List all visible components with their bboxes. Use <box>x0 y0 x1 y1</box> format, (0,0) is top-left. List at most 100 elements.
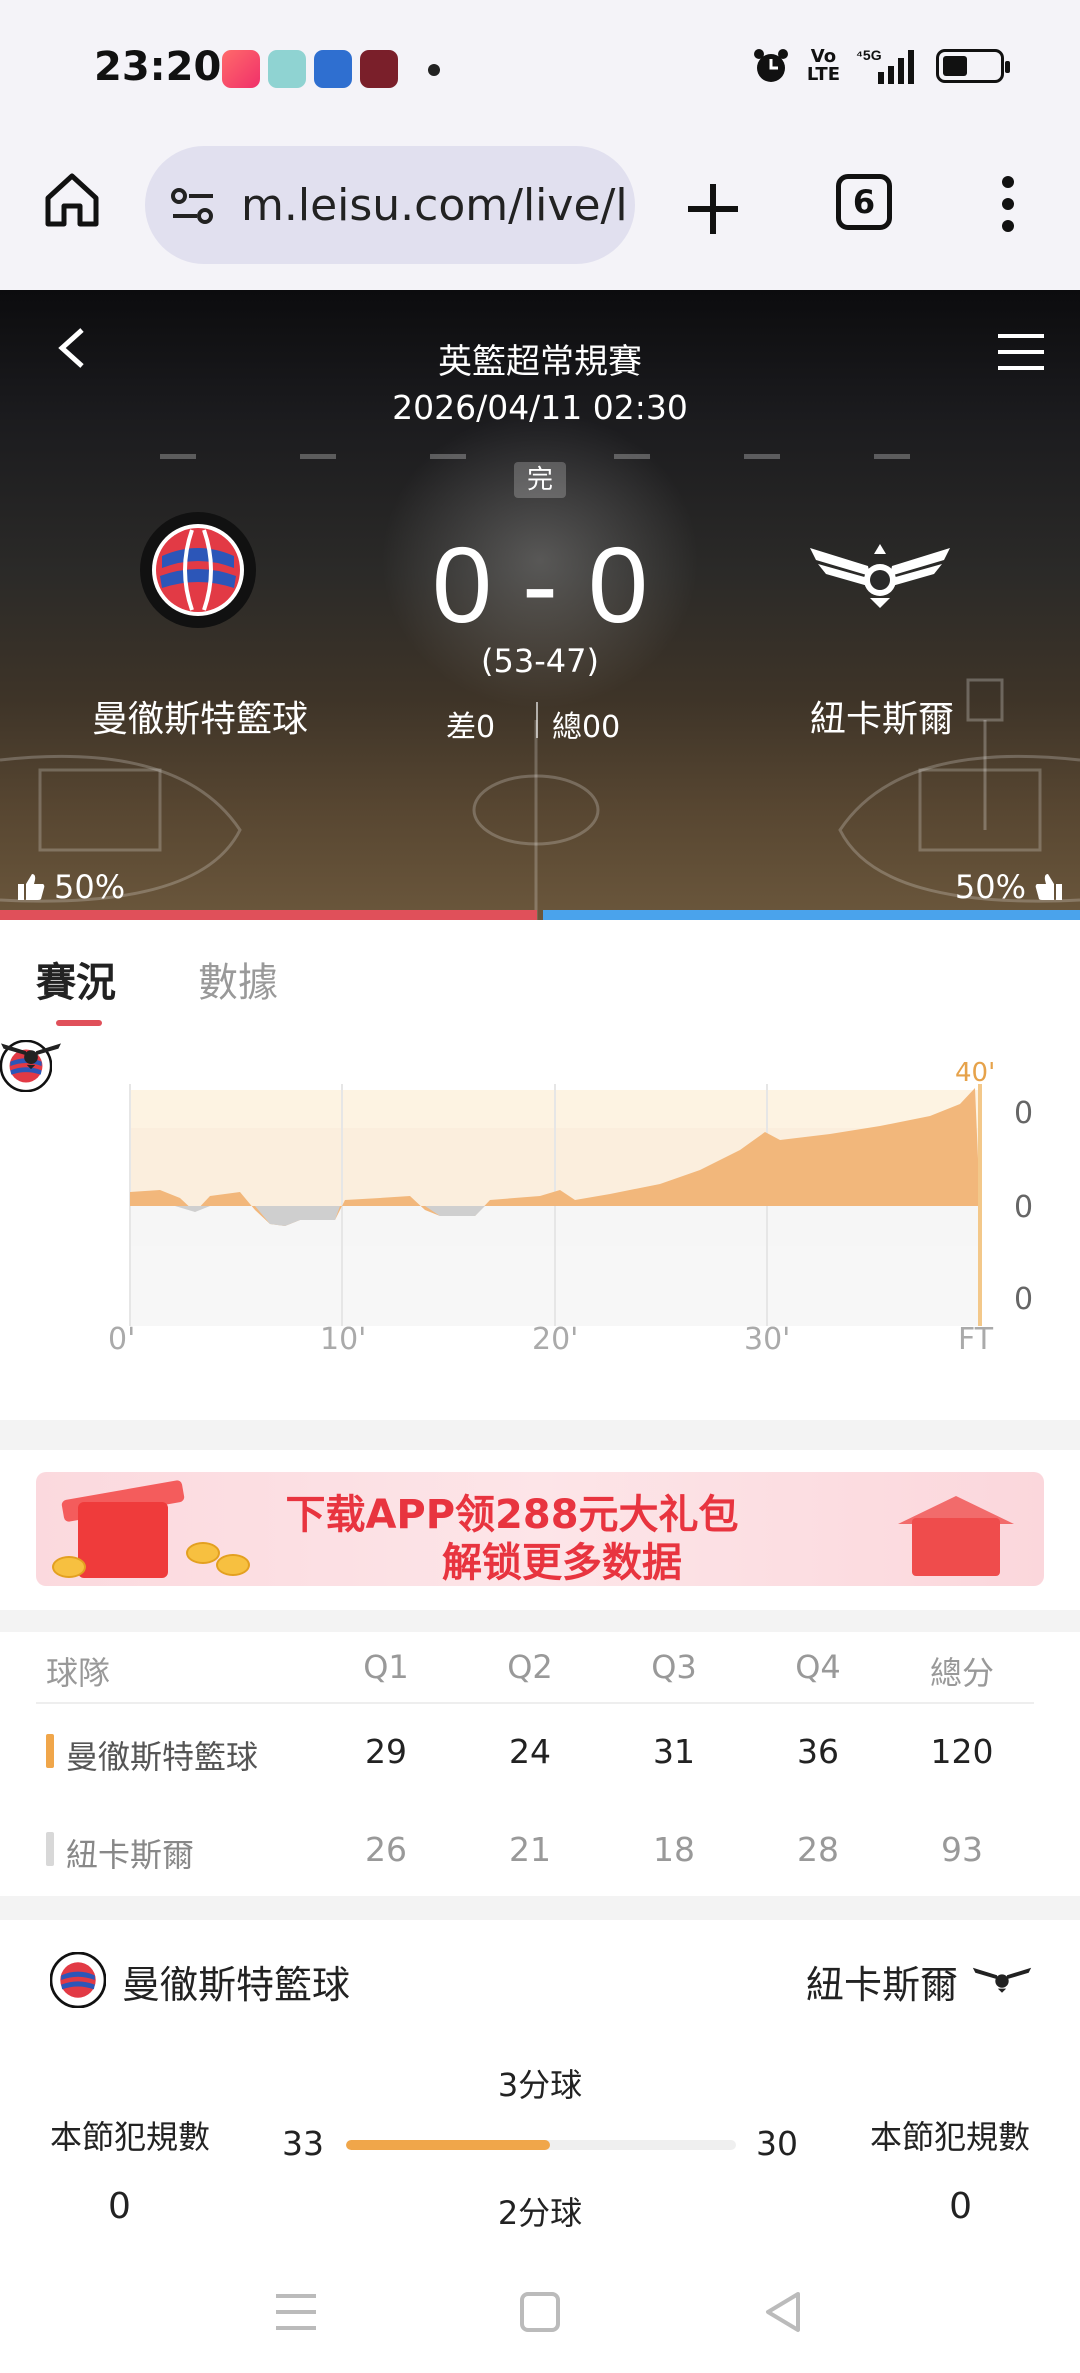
app-notification-icon <box>314 50 352 88</box>
half-time-score: (53-47) <box>481 642 599 680</box>
active-tab-indicator <box>56 1020 102 1026</box>
two-point-label: 2分球 <box>497 2194 583 2232</box>
home-icon[interactable] <box>38 166 106 234</box>
total-points: 總00 <box>552 710 621 745</box>
match-score: 0 - 0 <box>431 524 649 645</box>
table-cell: 24 <box>509 1732 551 1771</box>
home-vote-bar <box>0 910 537 920</box>
table-cell: 36 <box>797 1732 839 1771</box>
trend-y-label: 0 <box>1014 1096 1034 1131</box>
point-difference: 差0 <box>446 710 496 745</box>
three-point-label: 3分球 <box>497 2066 583 2104</box>
thumbs-up-icon[interactable] <box>1034 872 1064 902</box>
three-point-bar-fill <box>346 2140 551 2150</box>
section-divider <box>0 1420 1080 1450</box>
three-point-home: 33 <box>282 2124 324 2163</box>
trend-y-label: 0 <box>1014 1282 1034 1317</box>
home-foul-label: 本節犯規數 <box>50 2118 211 2156</box>
table-cell: 28 <box>797 1830 839 1869</box>
away-vote[interactable]: 50% <box>955 868 1064 906</box>
volte-icon: Vo LTE <box>807 48 840 84</box>
match-header: 英籃超常規賽 2026/04/11 02:30 完 0 - 0 (53-47) … <box>0 290 1080 920</box>
away-team-name[interactable]: 紐卡斯爾 <box>742 690 1022 742</box>
away-vote-percent: 50% <box>954 868 1026 906</box>
coin-illustration <box>216 1554 250 1576</box>
home-team-name[interactable]: 曼徹斯特籃球 <box>60 690 340 742</box>
section-divider <box>0 1896 1080 1920</box>
table-cell: 29 <box>365 1732 407 1771</box>
battery-icon <box>936 49 1010 83</box>
app-notification-icon <box>360 50 398 88</box>
coin-illustration <box>186 1542 220 1564</box>
notification-icons <box>222 50 398 88</box>
three-point-bar <box>346 2140 736 2150</box>
volte-bottom: LTE <box>806 64 840 85</box>
match-datetime: 2026/04/11 02:30 <box>392 388 688 427</box>
chart-illustration <box>912 1518 1000 1576</box>
banner-subline[interactable]: 解锁更多数据 <box>282 1530 842 1586</box>
svg-text:⁴5G: ⁴5G <box>856 47 882 63</box>
table-cell: 120 <box>930 1732 994 1771</box>
away-team-marker <box>46 1832 54 1866</box>
away-vote-bar <box>543 910 1080 920</box>
match-status-badge: 完 <box>514 462 566 498</box>
trend-x-label: 20' <box>532 1322 579 1357</box>
table-header: 總分 <box>929 1654 994 1692</box>
table-divider <box>36 1702 1034 1704</box>
stat-divider <box>536 702 538 738</box>
status-icons: Vo LTE ⁴5G <box>751 46 1010 86</box>
table-cell: 26 <box>365 1830 407 1869</box>
site-settings-icon[interactable] <box>169 186 217 226</box>
app-notification-icon <box>268 50 306 88</box>
coin-illustration <box>52 1556 86 1578</box>
trend-x-label: 10' <box>320 1322 367 1357</box>
quarter-score-table: 球隊 Q1 Q2 Q3 Q4 總分 曼徹斯特籃球 29 24 31 36 120… <box>0 1632 1080 1896</box>
status-bar: 23:20 Vo LTE ⁴5G <box>0 0 1080 140</box>
table-header: Q2 <box>507 1648 553 1686</box>
table-cell: 31 <box>653 1732 695 1771</box>
tab-switcher-button[interactable]: 6 <box>836 174 892 230</box>
trend-end-marker: 40' <box>955 1058 996 1088</box>
back-nav-icon[interactable] <box>754 2282 814 2342</box>
home-nav-icon[interactable] <box>510 2282 570 2342</box>
alarm-icon <box>753 49 788 82</box>
table-row-team: 紐卡斯爾 <box>66 1836 195 1874</box>
tab-match-status[interactable]: 賽況 <box>36 950 116 1008</box>
table-header: Q3 <box>651 1648 697 1686</box>
home-team-marker <box>46 1734 54 1768</box>
table-cell: 18 <box>653 1830 695 1869</box>
address-bar[interactable]: m.leisu.com/live/l <box>145 146 635 264</box>
away-foul-label: 本節犯規數 <box>869 2118 1030 2156</box>
app-download-banner[interactable]: 下载APP领288元大礼包 解锁更多数据 <box>36 1472 1044 1586</box>
trend-plot <box>129 1084 982 1326</box>
home-vote[interactable]: 50% <box>16 868 125 906</box>
stats-away-name: 紐卡斯爾 <box>805 1963 958 2007</box>
trend-x-label: FT <box>958 1322 994 1357</box>
stats-home-name: 曼徹斯特籃球 <box>122 1963 351 2007</box>
trend-x-label: 30' <box>744 1322 791 1357</box>
recent-apps-icon[interactable] <box>266 2282 326 2342</box>
new-tab-icon[interactable] <box>684 180 742 238</box>
section-tabs: 賽況 數據 <box>0 920 1080 1040</box>
section-divider <box>0 1610 1080 1632</box>
more-notifications-dot <box>428 64 440 76</box>
three-point-away: 30 <box>756 2124 798 2163</box>
url-text[interactable]: m.leisu.com/live/l <box>241 180 628 231</box>
table-header: Q1 <box>363 1648 409 1686</box>
thumbs-up-icon[interactable] <box>16 872 46 902</box>
home-vote-percent: 50% <box>54 868 126 906</box>
more-options-icon[interactable] <box>996 174 1020 234</box>
stats-away-logo <box>972 1967 1032 1993</box>
table-header: Q4 <box>795 1648 841 1686</box>
screen: 23:20 Vo LTE ⁴5G m.leisu.com/live/l 6 英籃… <box>0 0 1080 2373</box>
trend-y-label: 0 <box>1014 1190 1034 1225</box>
stats-home-logo <box>50 1952 106 2008</box>
table-row-team: 曼徹斯特籃球 <box>66 1738 259 1776</box>
league-name: 英籃超常規賽 <box>438 342 642 382</box>
table-header: 球隊 <box>46 1654 111 1692</box>
tab-data[interactable]: 數據 <box>198 950 278 1008</box>
vote-ratio-bar <box>0 910 1080 920</box>
score-trend-chart: 40' 0 0 0 0' 10' 20' 30' FT <box>0 1040 1080 1420</box>
app-notification-icon <box>222 50 260 88</box>
system-nav-bar <box>0 2250 1080 2373</box>
